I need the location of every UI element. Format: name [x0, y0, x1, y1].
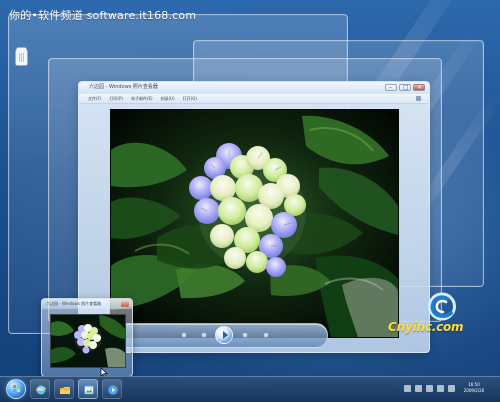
clock-date: 2009/2/26 [463, 388, 485, 393]
menu-items: 文件(F) 打印(P) 电子邮件(E) 刻录(U) 打开(O) [87, 96, 198, 102]
close-icon: × [417, 84, 423, 91]
window-title: 六边园 - Windows 照片查看器 [89, 84, 158, 90]
rotate-button[interactable] [263, 332, 269, 338]
preview-header: 六边园 - Windows 照片查看器 [42, 299, 132, 309]
menu-print[interactable]: 打印(P) [108, 96, 124, 102]
flag-icon[interactable] [426, 385, 433, 392]
folder-button[interactable] [54, 379, 74, 399]
window-titlebar[interactable]: 六边园 - Windows 照片查看器 – □ × [79, 82, 429, 94]
volume-icon[interactable] [415, 385, 422, 392]
battery-icon[interactable] [437, 385, 444, 392]
taskbar-preview[interactable]: 六边园 - Windows 照片查看器 [41, 298, 133, 377]
previous-button[interactable] [201, 332, 207, 338]
next-button[interactable] [242, 332, 248, 338]
preview-thumbnail[interactable] [50, 314, 126, 368]
menu-file[interactable]: 文件(F) [87, 96, 102, 102]
help-icon[interactable] [416, 96, 421, 101]
photo-viewer-icon [83, 384, 95, 396]
zoom-button[interactable] [181, 332, 187, 338]
close-button[interactable]: × [413, 84, 425, 91]
start-button[interactable] [6, 379, 26, 399]
media-player-button[interactable] [102, 379, 122, 399]
folder-icon [59, 384, 71, 396]
photo-viewer-button[interactable] [78, 379, 98, 399]
slideshow-button[interactable] [215, 326, 233, 344]
minimize-button[interactable]: – [385, 84, 397, 91]
preview-title: 六边园 - Windows 照片查看器 [46, 301, 102, 306]
internet-explorer-button[interactable] [30, 379, 50, 399]
internet-explorer-icon [35, 384, 47, 396]
site-logo-icon [425, 291, 459, 322]
menu-right-icons [416, 96, 421, 101]
system-tray [404, 385, 455, 392]
media-player-icon [107, 384, 119, 396]
flower-photo [111, 110, 398, 337]
photo-display [110, 109, 399, 338]
minimize-icon: – [389, 84, 392, 91]
preview-close-button[interactable] [121, 301, 129, 307]
taskbar-clock[interactable]: 16:50 2009/2/26 [457, 382, 491, 394]
window-menubar: 文件(F) 打印(P) 电子邮件(E) 刻录(U) 打开(O) [79, 94, 429, 104]
maximize-button[interactable]: □ [399, 84, 411, 91]
site-watermark: Cnyinc.com [388, 320, 464, 334]
menu-open[interactable]: 打开(O) [182, 96, 198, 102]
menu-email[interactable]: 电子邮件(E) [130, 96, 154, 102]
menu-burn[interactable]: 刻录(U) [160, 96, 176, 102]
maximize-icon: □ [403, 84, 409, 91]
network-icon[interactable] [404, 385, 411, 392]
window-controls: – □ × [385, 84, 425, 91]
viewer-controls [102, 323, 328, 348]
taskbar: 16:50 2009/2/26 [0, 376, 500, 402]
input-method-icon[interactable] [448, 385, 455, 392]
desktop: 你的•软件频道 software.it168.com 六边园 - Windows… [0, 0, 500, 402]
